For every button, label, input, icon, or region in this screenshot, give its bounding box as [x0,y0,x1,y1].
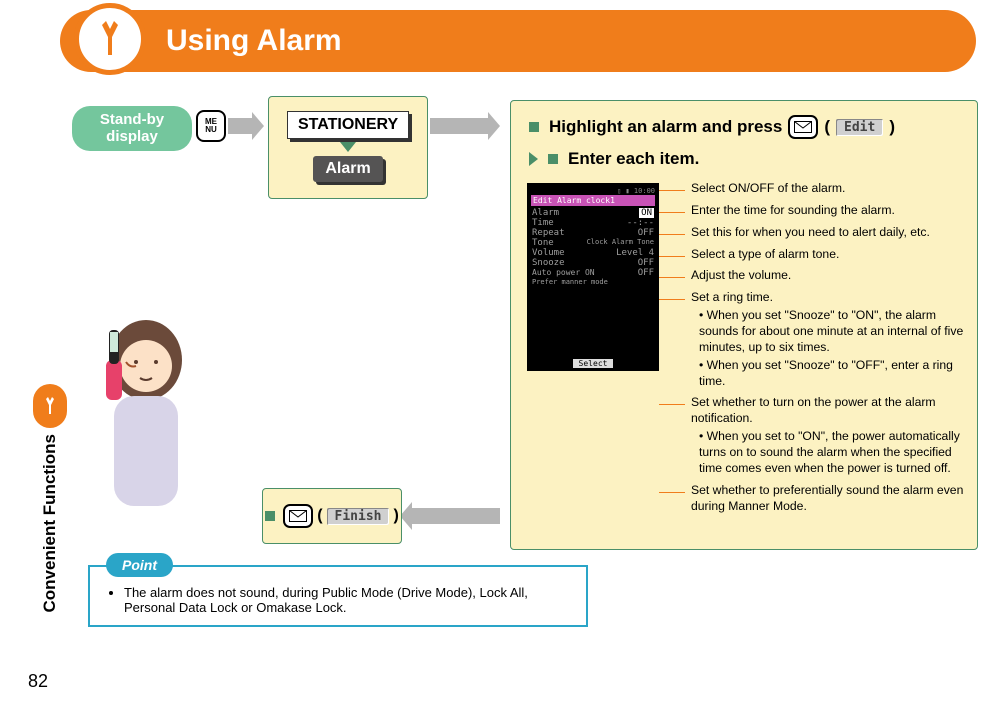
callout-time: Enter the time for sounding the alarm. [659,203,971,219]
callout-volume: Adjust the volume. [659,268,971,284]
highlight-text: Highlight an alarm and press [549,117,782,137]
bullet-square-icon [529,122,539,132]
callout-autopower: Set whether to turn on the power at the … [659,395,971,476]
mail-key[interactable] [283,504,313,528]
menu-key-l2: NU [205,126,217,134]
ph-time-r: --:-- [627,218,654,228]
bullet-square-icon [548,154,558,164]
ph-manner-l: Prefer manner mode [532,278,608,286]
down-triangle-icon [340,142,356,152]
callout-list: Select ON/OFF of the alarm. Enter the ti… [659,181,971,520]
connector-arrow [430,118,490,134]
callout-ringtime: Set a ring time. • When you set "Snooze"… [659,290,971,389]
page-number: 82 [28,671,48,692]
standby-l2: display [106,128,158,145]
paren-close: ) [889,117,895,137]
ph-alarm-r: ON [639,208,654,218]
finish-step: ( Finish ) [262,488,402,544]
wrench-icon [74,3,146,75]
menu-key[interactable]: ME NU [196,110,226,142]
stationery-step: STATIONERY Alarm [268,96,428,199]
ph-repeat-r: OFF [638,228,654,238]
edit-softkey[interactable]: Edit [836,119,883,136]
ph-tone-r: Clock Alarm Tone [587,238,654,248]
screen-title: Edit Alarm clock1 [531,195,655,206]
point-note: Point The alarm does not sound, during P… [88,565,588,627]
callout-repeat: Set this for when you need to alert dail… [659,225,971,241]
side-category-label: Convenient Functions [40,434,60,613]
ph-auto-l: Auto power ON [532,268,595,278]
paren-open: ( [824,117,830,137]
enter-items-step: Highlight an alarm and press ( Edit ) En… [510,100,978,550]
ph-time-l: Time [532,218,554,228]
callout-autopower-head: Set whether to turn on the power at the … [691,395,971,427]
callout-manner: Set whether to preferentially sound the … [659,483,971,515]
standby-display-pill: Stand-by display [72,106,192,151]
mail-key[interactable] [788,115,818,139]
point-badge: Point [106,553,173,577]
connector-arrow [228,118,254,134]
point-text: The alarm does not sound, during Public … [124,585,572,615]
finish-softkey[interactable]: Finish [327,508,390,525]
callout-autopower-a: • When you set to "ON", the power automa… [699,429,971,477]
standby-l1: Stand-by [100,111,164,128]
ph-snooze-l: Snooze [532,258,565,268]
connector-arrow-reverse [410,508,500,524]
select-softkey: Select [573,359,614,368]
ph-auto-r: OFF [638,268,654,278]
section-title: Using Alarm [166,24,342,58]
ph-vol-r: Level 4 [616,248,654,258]
ph-alarm-l: Alarm [532,208,559,218]
phone-screenshot: ▯ ▮ 10:00 Edit Alarm clock1 Alarm ON Time… [527,183,659,371]
callout-ringtime-a: • When you set "Snooze" to "ON", the ala… [699,308,971,356]
highlight-instruction: Highlight an alarm and press ( Edit ) [529,115,961,139]
ph-tone-l: Tone [532,238,554,248]
ph-vol-l: Volume [532,248,565,258]
enter-items-heading: Enter each item. [529,149,961,169]
ph-repeat-l: Repeat [532,228,565,238]
ph-snooze-r: OFF [638,258,654,268]
status-bar: ▯ ▮ 10:00 [531,187,655,195]
wrench-icon [33,384,67,428]
paren-close: ) [393,507,398,525]
section-header: Using Alarm [60,10,976,72]
bullet-square-icon [265,511,275,521]
paren-open: ( [317,507,322,525]
callout-tone: Select a type of alarm tone. [659,247,971,263]
stationery-label: STATIONERY [287,111,409,139]
right-triangle-icon [529,152,538,166]
woman-holding-phone-illustration [76,300,211,530]
enter-items-text: Enter each item. [568,149,699,169]
callout-onoff: Select ON/OFF of the alarm. [659,181,971,197]
callout-ringtime-head: Set a ring time. [691,290,971,306]
callout-ringtime-b: • When you set "Snooze" to "OFF", enter … [699,358,971,390]
side-category: Convenient Functions [32,384,68,684]
alarm-label: Alarm [313,156,382,182]
